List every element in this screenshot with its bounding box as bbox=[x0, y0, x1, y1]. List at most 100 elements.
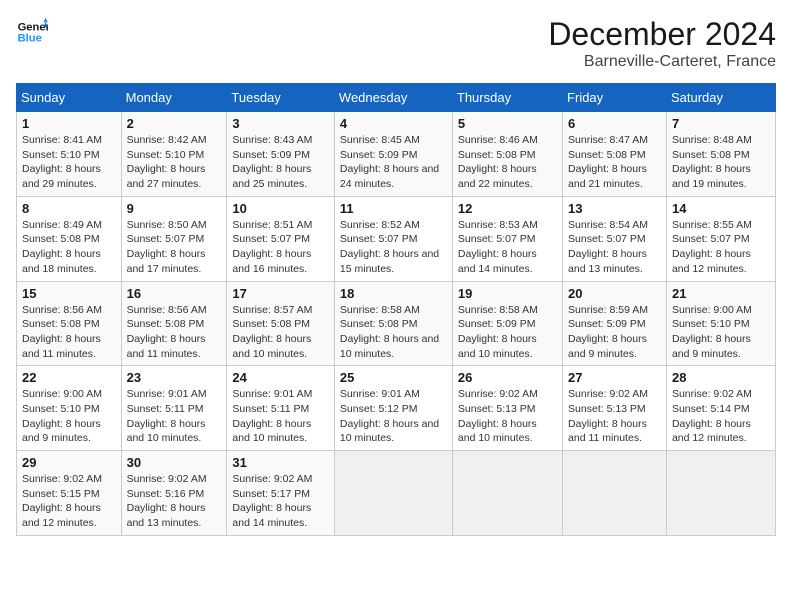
day-number: 21 bbox=[672, 286, 770, 301]
day-info: Sunrise: 9:02 AMSunset: 5:13 PMDaylight:… bbox=[458, 387, 557, 446]
calendar-cell bbox=[563, 451, 667, 536]
calendar-cell: 1 Sunrise: 8:41 AMSunset: 5:10 PMDaylight… bbox=[17, 112, 122, 197]
day-info: Sunrise: 8:51 AMSunset: 5:07 PMDaylight:… bbox=[232, 218, 329, 277]
day-info: Sunrise: 8:41 AMSunset: 5:10 PMDaylight:… bbox=[22, 133, 116, 192]
day-number: 24 bbox=[232, 370, 329, 385]
week-row-2: 8 Sunrise: 8:49 AMSunset: 5:08 PMDaylight… bbox=[17, 196, 776, 281]
day-number: 31 bbox=[232, 455, 329, 470]
day-info: Sunrise: 8:47 AMSunset: 5:08 PMDaylight:… bbox=[568, 133, 661, 192]
day-info: Sunrise: 8:57 AMSunset: 5:08 PMDaylight:… bbox=[232, 303, 329, 362]
day-info: Sunrise: 8:42 AMSunset: 5:10 PMDaylight:… bbox=[127, 133, 222, 192]
location-title: Barneville-Carteret, France bbox=[548, 53, 776, 71]
day-header-friday: Friday bbox=[563, 84, 667, 112]
day-info: Sunrise: 8:52 AMSunset: 5:07 PMDaylight:… bbox=[340, 218, 447, 277]
calendar-cell: 6 Sunrise: 8:47 AMSunset: 5:08 PMDaylight… bbox=[563, 112, 667, 197]
calendar-table: SundayMondayTuesdayWednesdayThursdayFrid… bbox=[16, 83, 776, 536]
day-number: 1 bbox=[22, 116, 116, 131]
day-info: Sunrise: 8:45 AMSunset: 5:09 PMDaylight:… bbox=[340, 133, 447, 192]
day-info: Sunrise: 8:49 AMSunset: 5:08 PMDaylight:… bbox=[22, 218, 116, 277]
day-number: 27 bbox=[568, 370, 661, 385]
day-info: Sunrise: 8:50 AMSunset: 5:07 PMDaylight:… bbox=[127, 218, 222, 277]
day-number: 13 bbox=[568, 201, 661, 216]
calendar-cell: 24Sunrise: 9:01 AMSunset: 5:11 PMDayligh… bbox=[227, 366, 335, 451]
calendar-cell: 20 Sunrise: 8:59 AMSunset: 5:09 PMDayligh… bbox=[563, 281, 667, 366]
calendar-cell: 18 Sunrise: 8:58 AMSunset: 5:08 PMDayligh… bbox=[334, 281, 452, 366]
day-info: Sunrise: 9:00 AMSunset: 5:10 PMDaylight:… bbox=[22, 387, 116, 446]
logo: General Blue bbox=[16, 16, 48, 48]
calendar-cell bbox=[666, 451, 775, 536]
day-info: Sunrise: 8:53 AMSunset: 5:07 PMDaylight:… bbox=[458, 218, 557, 277]
calendar-cell: 8 Sunrise: 8:49 AMSunset: 5:08 PMDaylight… bbox=[17, 196, 122, 281]
day-number: 7 bbox=[672, 116, 770, 131]
day-number: 4 bbox=[340, 116, 447, 131]
day-header-tuesday: Tuesday bbox=[227, 84, 335, 112]
day-info: Sunrise: 8:56 AMSunset: 5:08 PMDaylight:… bbox=[127, 303, 222, 362]
day-number: 10 bbox=[232, 201, 329, 216]
day-number: 9 bbox=[127, 201, 222, 216]
day-info: Sunrise: 8:43 AMSunset: 5:09 PMDaylight:… bbox=[232, 133, 329, 192]
day-number: 15 bbox=[22, 286, 116, 301]
day-info: Sunrise: 9:02 AMSunset: 5:14 PMDaylight:… bbox=[672, 387, 770, 446]
calendar-cell: 22 Sunrise: 9:00 AMSunset: 5:10 PMDayligh… bbox=[17, 366, 122, 451]
day-number: 22 bbox=[22, 370, 116, 385]
day-info: Sunrise: 8:55 AMSunset: 5:07 PMDaylight:… bbox=[672, 218, 770, 277]
day-info: Sunrise: 8:59 AMSunset: 5:09 PMDaylight:… bbox=[568, 303, 661, 362]
week-row-3: 15 Sunrise: 8:56 AMSunset: 5:08 PMDayligh… bbox=[17, 281, 776, 366]
day-number: 12 bbox=[458, 201, 557, 216]
calendar-cell: 29Sunrise: 9:02 AMSunset: 5:15 PMDayligh… bbox=[17, 451, 122, 536]
day-header-wednesday: Wednesday bbox=[334, 84, 452, 112]
day-number: 6 bbox=[568, 116, 661, 131]
week-row-1: 1 Sunrise: 8:41 AMSunset: 5:10 PMDaylight… bbox=[17, 112, 776, 197]
day-number: 5 bbox=[458, 116, 557, 131]
day-info: Sunrise: 9:02 AMSunset: 5:13 PMDaylight:… bbox=[568, 387, 661, 446]
day-info: Sunrise: 9:00 AMSunset: 5:10 PMDaylight:… bbox=[672, 303, 770, 362]
day-number: 16 bbox=[127, 286, 222, 301]
day-info: Sunrise: 9:02 AMSunset: 5:17 PMDaylight:… bbox=[232, 472, 329, 531]
day-info: Sunrise: 9:01 AMSunset: 5:12 PMDaylight:… bbox=[340, 387, 447, 446]
day-number: 2 bbox=[127, 116, 222, 131]
calendar-cell: 3Sunrise: 8:43 AMSunset: 5:09 PMDaylight… bbox=[227, 112, 335, 197]
svg-text:Blue: Blue bbox=[18, 33, 42, 45]
calendar-cell: 17Sunrise: 8:57 AMSunset: 5:08 PMDayligh… bbox=[227, 281, 335, 366]
calendar-cell: 9 Sunrise: 8:50 AMSunset: 5:07 PMDaylight… bbox=[121, 196, 227, 281]
day-info: Sunrise: 8:46 AMSunset: 5:08 PMDaylight:… bbox=[458, 133, 557, 192]
day-number: 20 bbox=[568, 286, 661, 301]
calendar-cell bbox=[334, 451, 452, 536]
calendar-cell: 23 Sunrise: 9:01 AMSunset: 5:11 PMDayligh… bbox=[121, 366, 227, 451]
day-number: 8 bbox=[22, 201, 116, 216]
day-header-sunday: Sunday bbox=[17, 84, 122, 112]
calendar-cell: 28Sunrise: 9:02 AMSunset: 5:14 PMDayligh… bbox=[666, 366, 775, 451]
day-number: 26 bbox=[458, 370, 557, 385]
day-number: 11 bbox=[340, 201, 447, 216]
calendar-cell: 12 Sunrise: 8:53 AMSunset: 5:07 PMDayligh… bbox=[452, 196, 562, 281]
calendar-cell: 10 Sunrise: 8:51 AMSunset: 5:07 PMDayligh… bbox=[227, 196, 335, 281]
calendar-body: 1 Sunrise: 8:41 AMSunset: 5:10 PMDaylight… bbox=[17, 112, 776, 536]
day-info: Sunrise: 9:01 AMSunset: 5:11 PMDaylight:… bbox=[127, 387, 222, 446]
day-number: 14 bbox=[672, 201, 770, 216]
calendar-cell: 14 Sunrise: 8:55 AMSunset: 5:07 PMDayligh… bbox=[666, 196, 775, 281]
day-info: Sunrise: 8:58 AMSunset: 5:09 PMDaylight:… bbox=[458, 303, 557, 362]
day-number: 18 bbox=[340, 286, 447, 301]
day-number: 19 bbox=[458, 286, 557, 301]
day-info: Sunrise: 9:02 AMSunset: 5:16 PMDaylight:… bbox=[127, 472, 222, 531]
calendar-cell: 19 Sunrise: 8:58 AMSunset: 5:09 PMDayligh… bbox=[452, 281, 562, 366]
header: General Blue December 2024 Barneville-Ca… bbox=[16, 16, 776, 71]
calendar-cell: 30 Sunrise: 9:02 AMSunset: 5:16 PMDayligh… bbox=[121, 451, 227, 536]
day-number: 23 bbox=[127, 370, 222, 385]
calendar-cell: 5 Sunrise: 8:46 AMSunset: 5:08 PMDaylight… bbox=[452, 112, 562, 197]
day-info: Sunrise: 9:02 AMSunset: 5:15 PMDaylight:… bbox=[22, 472, 116, 531]
calendar-cell: 7Sunrise: 8:48 AMSunset: 5:08 PMDaylight… bbox=[666, 112, 775, 197]
day-number: 25 bbox=[340, 370, 447, 385]
day-number: 30 bbox=[127, 455, 222, 470]
calendar-cell: 13Sunrise: 8:54 AMSunset: 5:07 PMDayligh… bbox=[563, 196, 667, 281]
calendar-cell: 15Sunrise: 8:56 AMSunset: 5:08 PMDayligh… bbox=[17, 281, 122, 366]
logo-icon: General Blue bbox=[16, 16, 48, 48]
calendar-cell: 25 Sunrise: 9:01 AMSunset: 5:12 PMDayligh… bbox=[334, 366, 452, 451]
calendar-cell: 26 Sunrise: 9:02 AMSunset: 5:13 PMDayligh… bbox=[452, 366, 562, 451]
day-header-saturday: Saturday bbox=[666, 84, 775, 112]
day-info: Sunrise: 8:58 AMSunset: 5:08 PMDaylight:… bbox=[340, 303, 447, 362]
week-row-4: 22 Sunrise: 9:00 AMSunset: 5:10 PMDayligh… bbox=[17, 366, 776, 451]
calendar-cell: 4 Sunrise: 8:45 AMSunset: 5:09 PMDaylight… bbox=[334, 112, 452, 197]
calendar-cell: 21 Sunrise: 9:00 AMSunset: 5:10 PMDayligh… bbox=[666, 281, 775, 366]
title-area: December 2024 Barneville-Carteret, Franc… bbox=[548, 16, 776, 71]
